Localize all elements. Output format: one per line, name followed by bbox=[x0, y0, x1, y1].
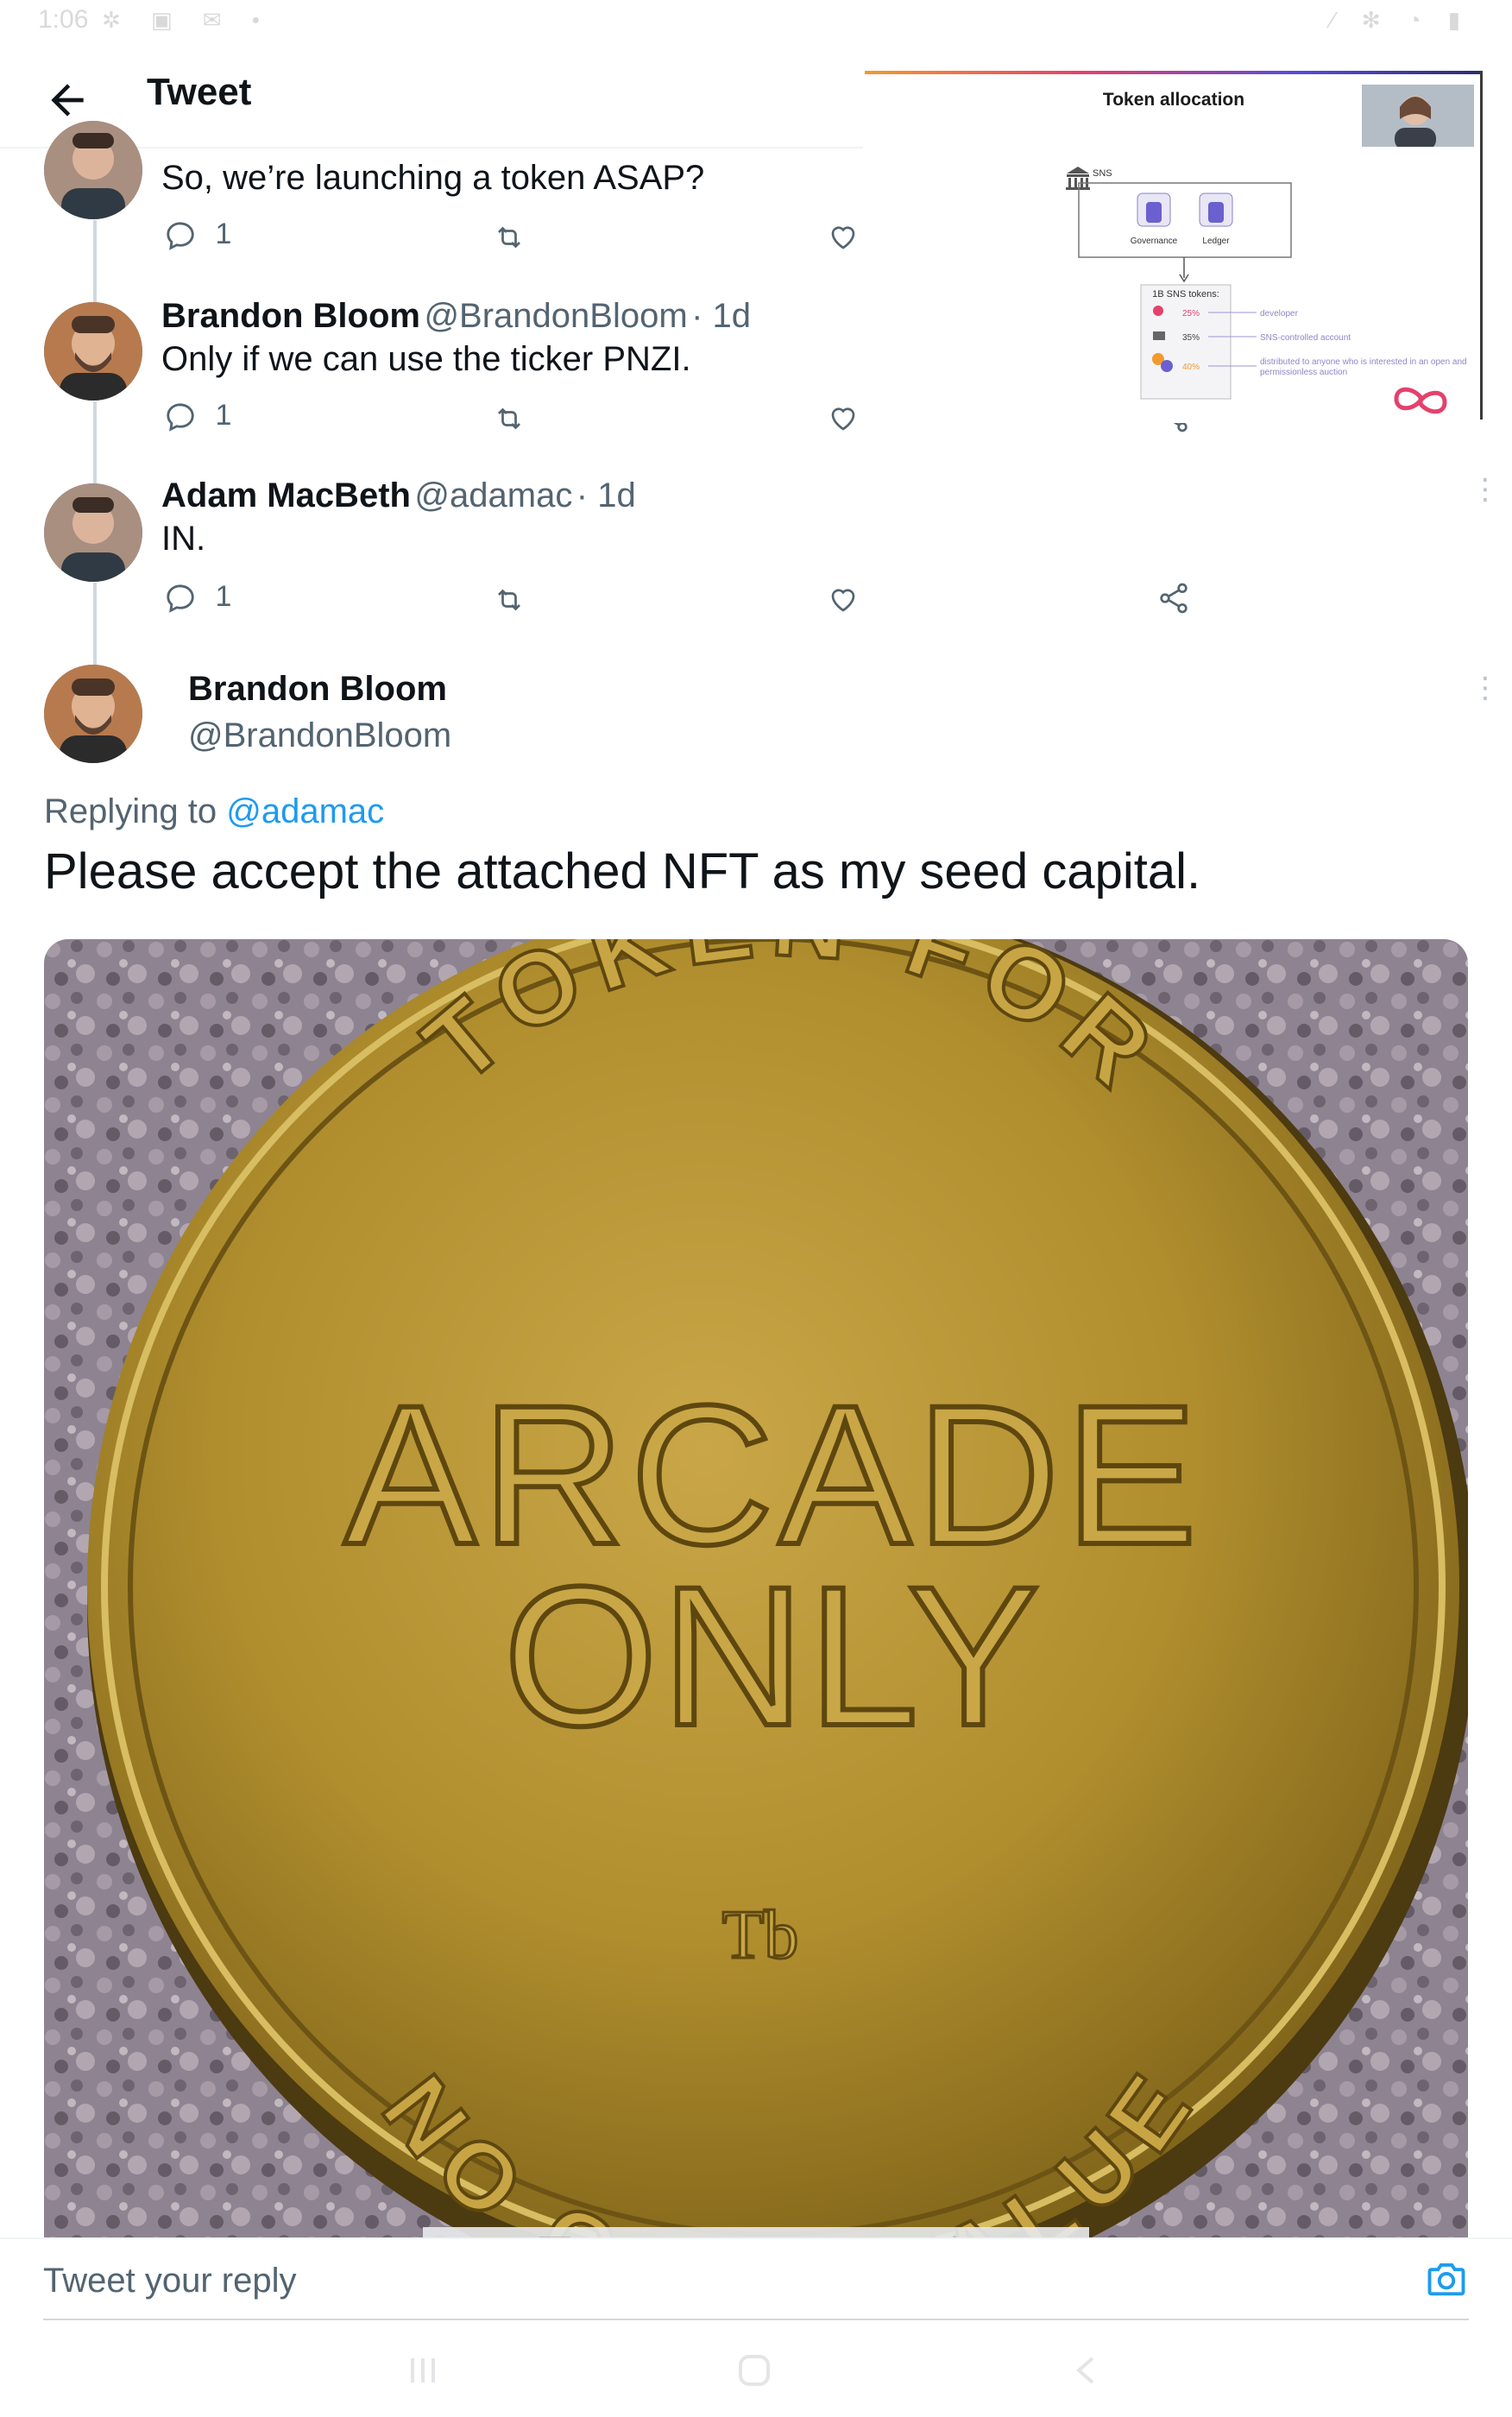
governance-label: Governance bbox=[1131, 237, 1178, 246]
retweet-button[interactable] bbox=[492, 582, 526, 615]
reply-icon bbox=[167, 403, 194, 432]
reply-composer: Tweet your reply bbox=[0, 2237, 1512, 2322]
tweet-text: Only if we can use the ticker PNZI. bbox=[161, 340, 691, 378]
row-pct: 25% bbox=[1182, 309, 1200, 319]
row-pct: 35% bbox=[1182, 333, 1200, 343]
row-desc: developer bbox=[1260, 309, 1299, 319]
tweet-header: Brandon Bloom @BrandonBloom · 1d bbox=[161, 297, 751, 336]
thread-line bbox=[93, 583, 97, 666]
home-button-icon[interactable] bbox=[735, 2351, 773, 2389]
author-handle[interactable]: @adamac bbox=[414, 476, 572, 514]
heart-icon bbox=[831, 226, 855, 249]
system-nav-bar bbox=[0, 2324, 1512, 2417]
avatar[interactable] bbox=[44, 121, 142, 219]
system-icons: ⁄ ✻ ◔ ▮ bbox=[1331, 7, 1471, 33]
reply-icon bbox=[167, 222, 194, 250]
row-pct: 40% bbox=[1182, 363, 1200, 372]
slide-top-bar bbox=[865, 71, 1483, 74]
ledger-icon bbox=[1208, 202, 1224, 223]
retweet-button[interactable] bbox=[492, 219, 526, 253]
infinity-logo-icon bbox=[1394, 387, 1447, 414]
retweet-icon bbox=[498, 589, 520, 611]
status-bar: 1:06 ✲ ▣ ✉ • ⁄ ✻ ◔ ▮ bbox=[0, 0, 1512, 47]
composer-underline bbox=[43, 2319, 1469, 2320]
reply-button[interactable]: 1 bbox=[164, 580, 231, 615]
author-handle[interactable]: @BrandonBloom bbox=[424, 297, 687, 335]
reply-icon bbox=[167, 584, 194, 613]
notification-icons: ✲ ▣ ✉ • bbox=[102, 7, 272, 33]
replying-to-link[interactable]: @adamac bbox=[226, 792, 384, 830]
coin-mark: Tb bbox=[722, 1897, 799, 1973]
retweet-button[interactable] bbox=[492, 401, 526, 434]
author-name[interactable]: Brandon Bloom bbox=[161, 297, 420, 335]
reply-button[interactable]: 1 bbox=[164, 218, 231, 252]
tweet-media-image[interactable]: TOKEN FOR ARCADE ONLY Tb NO CASH VALUE bbox=[44, 939, 1468, 2237]
share-button[interactable] bbox=[1156, 580, 1191, 615]
row-desc: distributed to anyone who is interested … bbox=[1260, 357, 1467, 377]
row-desc: SNS-controlled account bbox=[1260, 333, 1351, 343]
sns-label: SNS bbox=[1093, 168, 1112, 179]
camera-icon[interactable] bbox=[1424, 2256, 1469, 2301]
like-button[interactable] bbox=[827, 582, 860, 615]
replying-prefix: Replying to bbox=[44, 792, 217, 830]
author-name[interactable]: Brandon Bloom bbox=[188, 670, 447, 709]
tweet-text: IN. bbox=[161, 520, 206, 558]
back-nav-icon[interactable] bbox=[1070, 2353, 1101, 2388]
slide-border bbox=[1480, 71, 1483, 420]
like-button[interactable] bbox=[827, 401, 860, 434]
heart-icon bbox=[831, 589, 855, 612]
bank-small-icon bbox=[1153, 331, 1165, 340]
thread-line bbox=[93, 220, 97, 303]
like-button[interactable] bbox=[827, 219, 860, 253]
reply-count: 1 bbox=[215, 218, 232, 250]
avatar[interactable] bbox=[44, 302, 142, 401]
coin-center-line2: ONLY bbox=[503, 1545, 1043, 1767]
reply-count: 1 bbox=[215, 399, 232, 432]
governance-icon bbox=[1146, 202, 1162, 223]
avatar[interactable] bbox=[44, 483, 142, 582]
top-app-bar: Tweet bbox=[0, 52, 863, 148]
presenter-video[interactable] bbox=[1362, 85, 1474, 150]
token-allocation-diagram: SNS Governance Ledger 1B SNS tokens: 25%… bbox=[1066, 167, 1467, 414]
recent-apps-icon[interactable] bbox=[406, 2353, 440, 2388]
reply-count: 1 bbox=[215, 580, 232, 613]
tweet-time: · 1d bbox=[691, 297, 752, 335]
arcade-token-coin: TOKEN FOR ARCADE ONLY Tb NO CASH VALUE bbox=[44, 939, 1468, 2237]
reply-input[interactable]: Tweet your reply bbox=[43, 2262, 296, 2300]
tweet-time: · 1d bbox=[576, 476, 636, 514]
tokens-heading: 1B SNS tokens: bbox=[1152, 289, 1219, 300]
tweet-header: Adam MacBeth @adamac · 1d bbox=[161, 476, 636, 515]
thread-line bbox=[93, 401, 97, 484]
status-time: 1:06 bbox=[38, 5, 89, 34]
author-name[interactable]: Adam MacBeth bbox=[161, 476, 411, 514]
page-title: Tweet bbox=[147, 71, 252, 113]
main-tweet-text: Please accept the attached NFT as my see… bbox=[44, 843, 1201, 899]
share-icon bbox=[1160, 583, 1188, 614]
reply-button[interactable]: 1 bbox=[164, 399, 231, 433]
developer-person-icon bbox=[1153, 306, 1163, 316]
avatar[interactable] bbox=[44, 665, 142, 763]
ledger-label: Ledger bbox=[1202, 237, 1230, 246]
slide-overlay[interactable]: Token allocation SNS Governance Ledger 1… bbox=[865, 71, 1483, 423]
replying-to: Replying to @adamac bbox=[44, 792, 384, 831]
retweet-icon bbox=[498, 226, 520, 249]
author-handle[interactable]: @BrandonBloom bbox=[188, 716, 451, 755]
tweet-text: So, we’re launching a token ASAP? bbox=[161, 159, 705, 197]
bank-icon bbox=[1066, 167, 1090, 190]
more-options-icon[interactable]: ⋮ bbox=[1471, 475, 1500, 504]
more-options-icon[interactable]: ⋮ bbox=[1471, 673, 1500, 703]
retweet-icon bbox=[498, 407, 520, 430]
heart-icon bbox=[831, 407, 855, 431]
back-arrow-icon[interactable] bbox=[43, 76, 91, 124]
